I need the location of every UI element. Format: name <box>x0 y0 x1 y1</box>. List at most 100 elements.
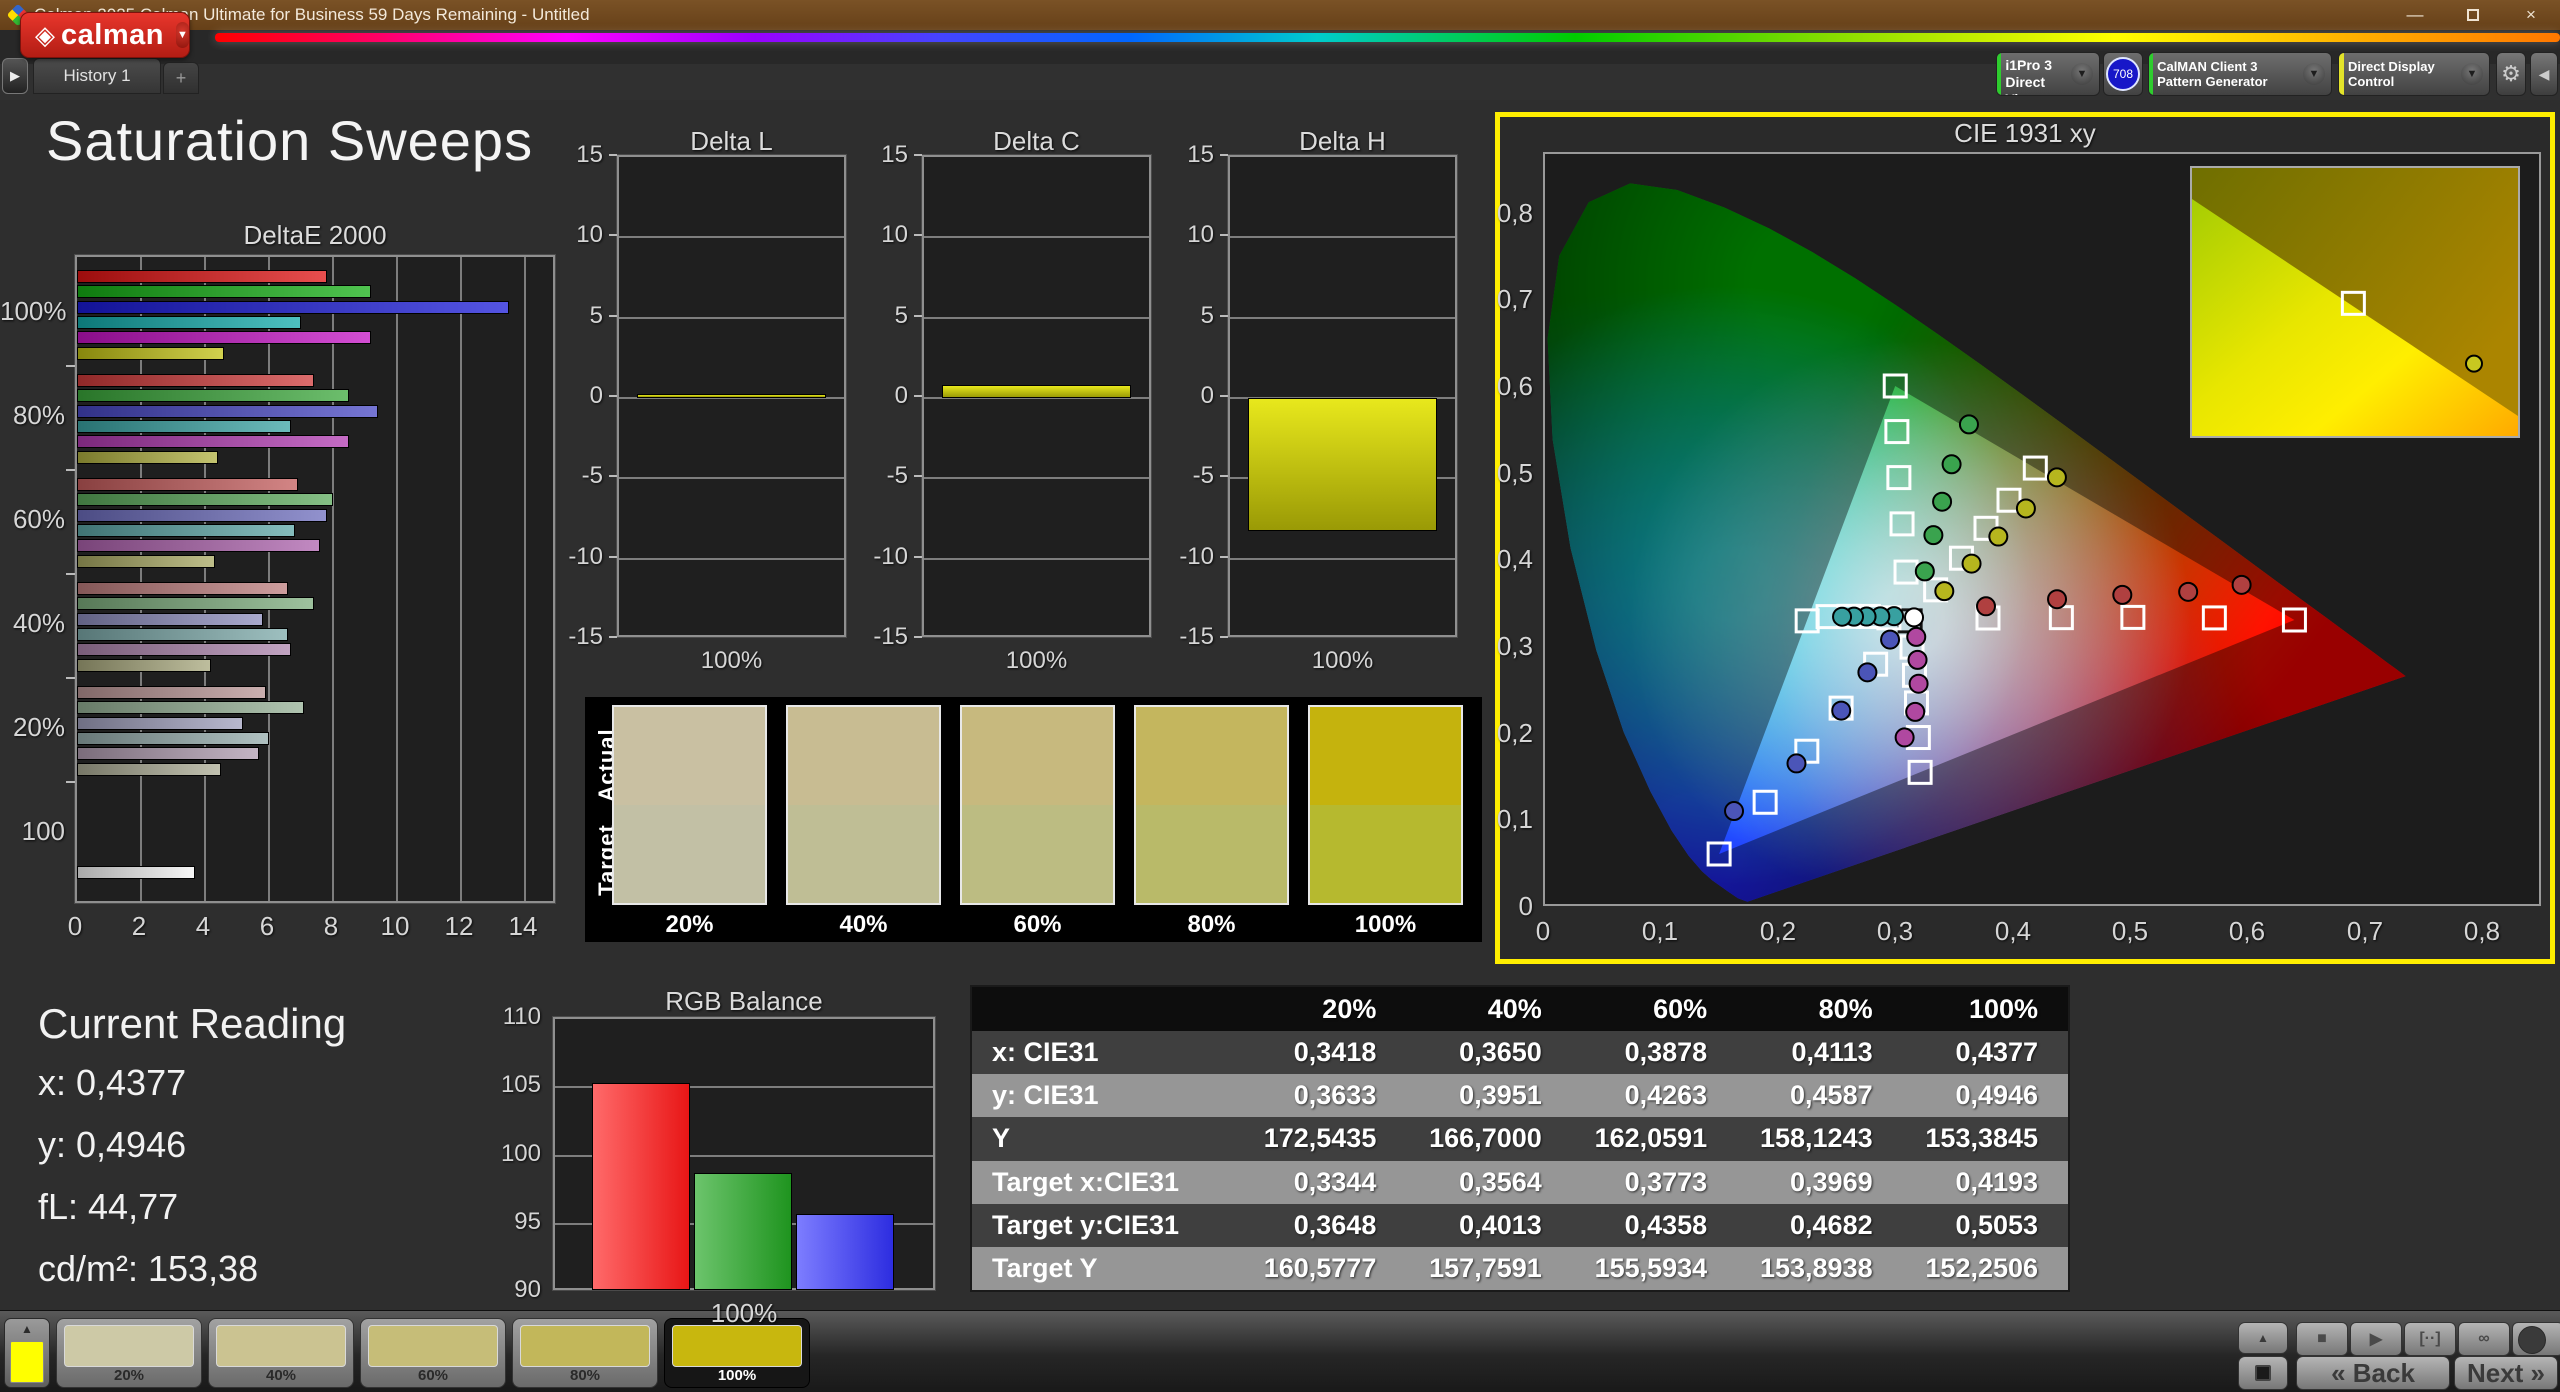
meter-badge[interactable]: 708 <box>2103 52 2143 96</box>
delta_l-y-tick-label: 5 <box>549 302 603 330</box>
delta_h-x-label: 100% <box>1228 647 1457 675</box>
cie-y-tick-label: 0,5 <box>1477 458 1533 489</box>
infinity-button[interactable]: ∞ <box>2458 1322 2510 1356</box>
patch-button-40%[interactable]: 40% <box>208 1318 354 1388</box>
current-reading-title: Current Reading <box>38 1000 346 1048</box>
delta_c-y-tick-label: 10 <box>854 221 908 249</box>
current-pattern-swatch <box>10 1341 44 1383</box>
delta_h-y-tick-label: 0 <box>1160 382 1214 410</box>
measurement-marker <box>1960 415 1978 433</box>
minimize-button[interactable]: — <box>2386 0 2444 30</box>
deltae-x-tick-label: 6 <box>237 911 297 942</box>
close-button[interactable]: × <box>2502 0 2560 30</box>
axis-tick <box>609 556 617 558</box>
swatch-60% <box>960 705 1115 905</box>
deltae-bar-40%-4 <box>77 643 291 656</box>
rgb-y-tick-label: 110 <box>489 1003 541 1031</box>
deltae-x-tick-label: 10 <box>365 911 425 942</box>
stop-button[interactable]: ■ <box>2296 1322 2348 1356</box>
gridline <box>460 257 462 901</box>
delta_c-title: Delta C <box>882 126 1191 157</box>
delta_h-y-tick-label: 5 <box>1160 302 1214 330</box>
play-button[interactable]: ▶ <box>2350 1322 2402 1356</box>
patch-label: 100% <box>665 1367 809 1384</box>
deltae-plot-area <box>75 255 555 903</box>
next-button[interactable]: Next » <box>2454 1356 2558 1390</box>
actual-target-swatch-panel: Actual Target 20%40%60%80%100% <box>585 697 1482 942</box>
add-tab-button[interactable]: + <box>163 62 199 94</box>
table-corner-cell <box>972 987 1241 1031</box>
cie-y-tick-label: 0 <box>1477 891 1533 922</box>
stop-measure-button[interactable] <box>2238 1356 2288 1390</box>
table-cell: 0,3344 <box>1241 1161 1406 1204</box>
delta_h-y-tick-label: -5 <box>1160 462 1214 490</box>
swatch-label: 80% <box>1134 911 1289 939</box>
delta_c-x-label: 100% <box>922 647 1151 675</box>
deltae-bar-20%-3 <box>77 732 269 745</box>
deltae-y-group-label: 60% <box>0 504 65 535</box>
deltae-chart-title: DeltaE 2000 <box>75 220 555 251</box>
delta_l-bar <box>637 394 826 398</box>
measurement-marker <box>1943 455 1961 473</box>
table-row: Target y:CIE310,36480,40130,43580,46820,… <box>972 1204 2068 1247</box>
deltae-bar-100%-3 <box>77 316 301 329</box>
cie-x-tick-label: 0,6 <box>2212 916 2282 947</box>
measurement-marker <box>1896 728 1914 746</box>
stop-square-icon <box>2255 1365 2271 1381</box>
measurement-marker <box>1833 608 1851 626</box>
axis-tick <box>914 234 922 236</box>
patch-button-60%[interactable]: 60% <box>360 1318 506 1388</box>
delta_l-title: Delta L <box>577 126 886 157</box>
deltae-bar-80%-1 <box>77 389 349 402</box>
collapse-panel-button[interactable]: ◀ <box>2530 52 2558 96</box>
pattern-color-control[interactable]: ▲ <box>4 1318 50 1388</box>
table-row: Y172,5435166,7000162,0591158,1243153,384… <box>972 1117 2068 1160</box>
delta_c-y-tick-label: -5 <box>854 462 908 490</box>
table-cell: 160,5777 <box>1241 1247 1406 1290</box>
cie-x-tick-label: 0,7 <box>2330 916 2400 947</box>
deltae-bar-80%-2 <box>77 405 378 418</box>
pattern-generator-dropdown[interactable]: CalMAN Client 3 Pattern Generator ▼ <box>2148 52 2332 96</box>
calman-menu-button[interactable]: ◈ calman ▼ <box>20 12 190 58</box>
calman-logo-text: calman <box>61 19 164 52</box>
deltae-bar-80%-5 <box>77 451 218 464</box>
gridline <box>268 257 270 901</box>
axis-tick <box>609 315 617 317</box>
patch-label: 40% <box>209 1367 353 1384</box>
back-button[interactable]: « Back <box>2296 1356 2450 1390</box>
measurement-marker <box>1933 493 1951 511</box>
measurement-marker <box>1906 703 1924 721</box>
swatch-actual <box>614 707 765 805</box>
step-button[interactable]: [··] <box>2404 1322 2456 1356</box>
tab-scroll-button[interactable]: ▶ <box>2 58 28 94</box>
display-control-dropdown[interactable]: Direct Display Control ▼ <box>2338 52 2490 96</box>
restore-button[interactable] <box>2444 0 2502 30</box>
deltae-y-group-label: 100% <box>0 296 65 327</box>
restore-icon <box>2467 9 2479 21</box>
patch-chip <box>520 1325 650 1367</box>
deltae-bar-60%-2 <box>77 509 327 522</box>
gridline <box>924 236 1149 238</box>
table-cell: 172,5435 <box>1241 1117 1406 1160</box>
deltae-bar-80%-4 <box>77 435 349 448</box>
settings-button[interactable]: ⚙ <box>2496 52 2526 96</box>
tab-history-1[interactable]: History 1 <box>33 58 161 94</box>
patch-button-20%[interactable]: 20% <box>56 1318 202 1388</box>
delta_l-y-tick-label: 10 <box>549 221 603 249</box>
meter-dropdown[interactable]: X-Rite i1Pro 3 Direct View ▼ <box>1996 52 2100 96</box>
delta_l-y-tick-label: -5 <box>549 462 603 490</box>
delta_h-y-tick-label: 15 <box>1160 141 1214 169</box>
chevron-down-icon: ▼ <box>2303 63 2325 85</box>
deltae-x-tick-label: 12 <box>429 911 489 942</box>
axis-tick <box>1220 636 1228 638</box>
cie-y-tick-label: 0,8 <box>1477 198 1533 229</box>
measurement-marker <box>1989 528 2007 546</box>
deltae-bar-60%-3 <box>77 524 295 537</box>
collapse-transport-button[interactable]: ▲ <box>2238 1322 2288 1354</box>
table-cell: 0,4013 <box>1406 1204 1571 1247</box>
swatch-target <box>614 805 765 903</box>
table-row-label: Target Y <box>972 1247 1241 1290</box>
axis-tick <box>914 395 922 397</box>
table-cell: 0,4946 <box>1903 1074 2068 1117</box>
delta_l-y-tick-label: -15 <box>549 623 603 651</box>
